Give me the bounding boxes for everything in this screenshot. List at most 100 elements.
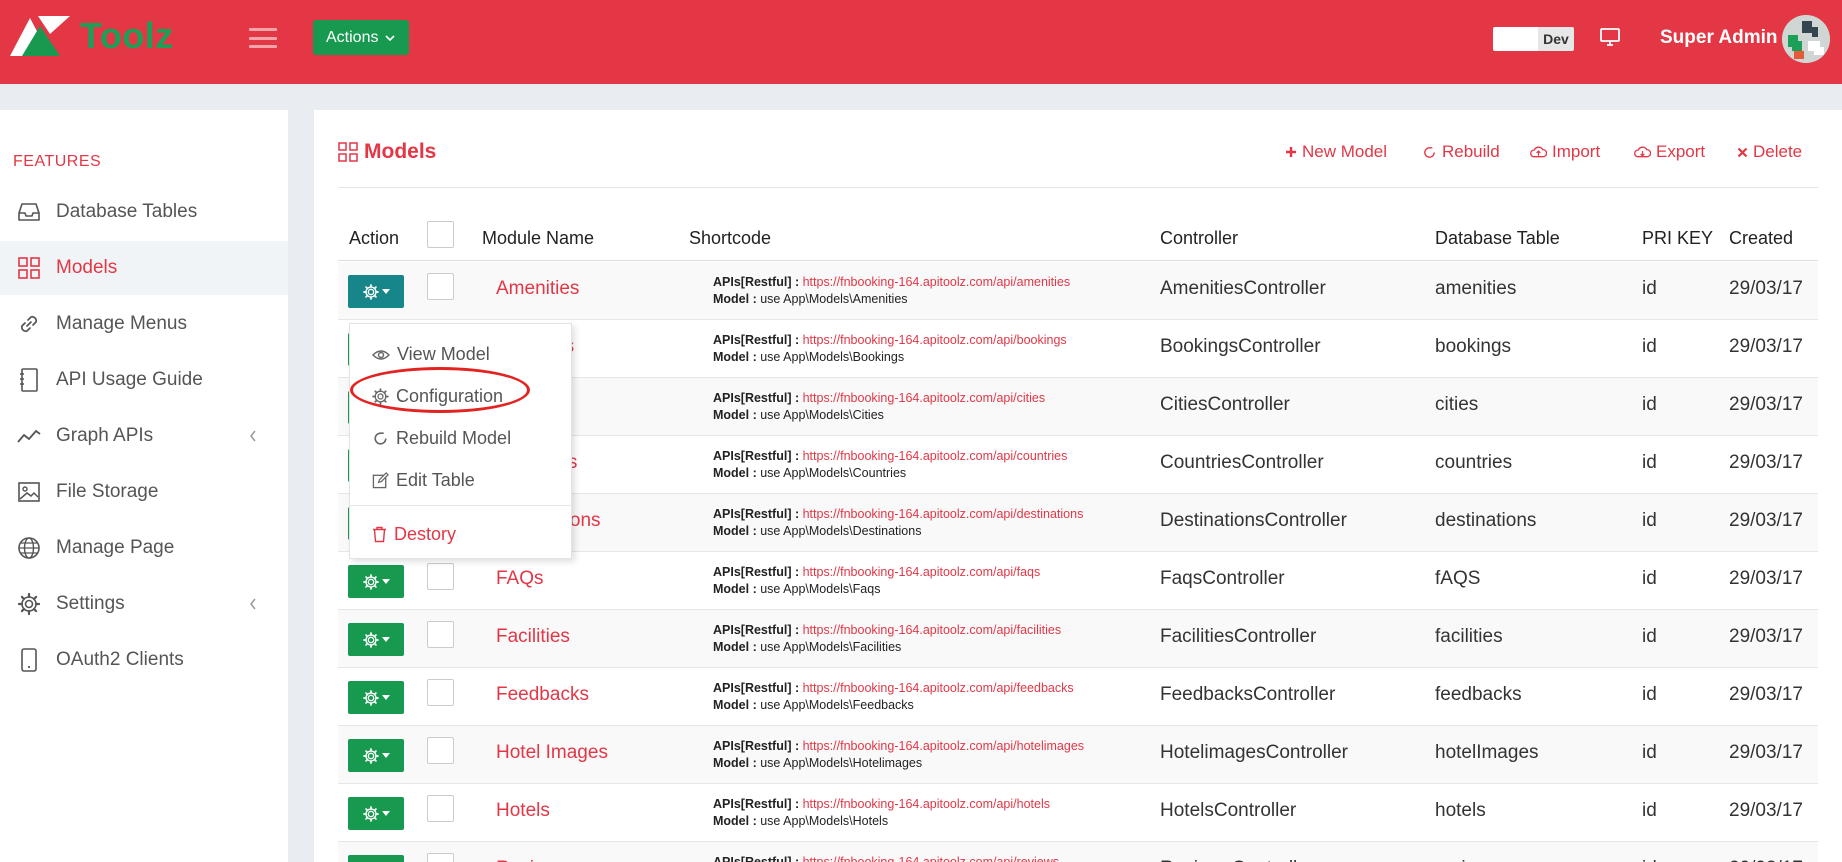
row-action-button[interactable]	[348, 623, 404, 656]
sidebar-section-label: FEATURES	[13, 153, 102, 170]
column-header-controller[interactable]: Controller	[1160, 228, 1238, 249]
row-action-button[interactable]	[348, 275, 404, 308]
sidebar-item-oauth2-clients[interactable]: OAuth2 Clients	[0, 633, 288, 687]
module-name-link[interactable]: Reviews	[496, 858, 568, 862]
column-header-module-name[interactable]: Module Name	[482, 228, 594, 249]
sidebar-item-database-tables[interactable]: Database Tables	[0, 185, 288, 239]
user-name[interactable]: Super Admin	[1660, 27, 1778, 49]
close-icon	[1737, 147, 1748, 157]
column-header-shortcode[interactable]: Shortcode	[689, 228, 771, 249]
model-label: Model :	[713, 756, 757, 770]
api-url-link[interactable]: https://fnbooking-164.apitoolz.com/api/c…	[803, 391, 1046, 405]
api-url-link[interactable]: https://fnbooking-164.apitoolz.com/api/f…	[803, 623, 1061, 637]
caret-down-icon	[381, 810, 390, 816]
rebuild-model-menu-item[interactable]: Rebuild Model	[372, 428, 511, 449]
sidebar-item-label: Graph APIs	[56, 425, 154, 446]
row-checkbox[interactable]	[427, 679, 454, 706]
edit-table-menu-item[interactable]: Edit Table	[372, 470, 475, 491]
api-label: APIs[Restful] :	[713, 855, 800, 862]
api-url-link[interactable]: https://fnbooking-164.apitoolz.com/api/f…	[803, 565, 1041, 579]
actions-dropdown-button[interactable]: Actions	[313, 20, 410, 55]
row-action-button[interactable]	[348, 739, 404, 772]
api-url-link[interactable]: https://fnbooking-164.apitoolz.com/api/r…	[803, 855, 1059, 862]
rebuild-button[interactable]: Rebuild	[1422, 142, 1500, 162]
row-checkbox[interactable]	[427, 563, 454, 590]
row-action-button[interactable]	[348, 797, 404, 830]
monitor-icon[interactable]	[1599, 27, 1621, 52]
api-url-link[interactable]: https://fnbooking-164.apitoolz.com/api/h…	[803, 739, 1084, 753]
table-row: Reviews APIs[Restful] : https://fnbooking…	[338, 842, 1818, 862]
model-label: Model :	[713, 466, 757, 480]
api-label: APIs[Restful] :	[713, 449, 800, 463]
sidebar-item-api-usage-guide[interactable]: API Usage Guide	[0, 353, 288, 407]
row-action-button[interactable]	[348, 565, 404, 598]
column-header-pri-key[interactable]: PRI KEY	[1642, 228, 1713, 249]
gear-icon	[372, 388, 389, 405]
api-url-link[interactable]: https://fnbooking-164.apitoolz.com/api/h…	[803, 797, 1050, 811]
api-url-link[interactable]: https://fnbooking-164.apitoolz.com/api/c…	[803, 449, 1068, 463]
pri-key-cell: id	[1642, 626, 1657, 647]
shortcode-cell: APIs[Restful] : https://fnbooking-164.ap…	[713, 680, 1074, 714]
sidebar-item-graph-apis[interactable]: Graph APIs	[0, 409, 288, 463]
new-model-button[interactable]: New Model	[1285, 142, 1387, 162]
model-label: Model :	[713, 292, 757, 306]
sidebar-item-settings[interactable]: Settings	[0, 577, 288, 631]
destroy-menu-item[interactable]: Destory	[372, 524, 456, 545]
shortcode-cell: APIs[Restful] : https://fnbooking-164.ap…	[713, 738, 1084, 772]
controller-cell: FacilitiesController	[1160, 626, 1317, 647]
sidebar-item-manage-page[interactable]: Manage Page	[0, 521, 288, 575]
module-name-link[interactable]: Amenities	[496, 278, 579, 300]
configuration-menu-item[interactable]: Configuration	[372, 386, 503, 407]
created-cell: 29/03/17	[1729, 452, 1803, 473]
module-name-link[interactable]: FAQs	[496, 568, 544, 590]
api-url-link[interactable]: https://fnbooking-164.apitoolz.com/api/a…	[803, 275, 1071, 289]
row-checkbox[interactable]	[427, 853, 454, 862]
environment-toggle[interactable]: Dev	[1493, 27, 1574, 51]
controller-cell: FeedbacksController	[1160, 684, 1336, 705]
api-label: APIs[Restful] :	[713, 565, 800, 579]
api-label: APIs[Restful] :	[713, 507, 800, 521]
select-all-checkbox[interactable]	[427, 221, 454, 248]
module-name-link[interactable]: Hotel Images	[496, 742, 608, 764]
row-checkbox[interactable]	[427, 737, 454, 764]
sidebar-item-manage-menus[interactable]: Manage Menus	[0, 297, 288, 351]
model-label: Model :	[713, 524, 757, 538]
module-name-link[interactable]: Hotels	[496, 800, 550, 822]
database-table-cell: fAQS	[1435, 568, 1481, 589]
shortcode-cell: APIs[Restful] : https://fnbooking-164.ap…	[713, 448, 1067, 482]
model-namespace: use App\Models\Countries	[760, 466, 907, 480]
import-button[interactable]: Import	[1530, 142, 1600, 162]
api-url-link[interactable]: https://fnbooking-164.apitoolz.com/api/b…	[803, 333, 1067, 347]
row-checkbox[interactable]	[427, 795, 454, 822]
database-table-cell: amenities	[1435, 278, 1517, 299]
pri-key-cell: id	[1642, 394, 1657, 415]
database-table-cell: cities	[1435, 394, 1479, 415]
view-model-menu-item[interactable]: View Model	[372, 344, 490, 365]
database-table-cell: hotelImages	[1435, 742, 1539, 763]
sidebar-item-file-storage[interactable]: File Storage	[0, 465, 288, 519]
export-button[interactable]: Export	[1634, 142, 1705, 162]
row-action-button[interactable]	[348, 855, 404, 862]
model-namespace: use App\Models\Feedbacks	[760, 698, 914, 712]
sidebar-item-models[interactable]: Models	[0, 241, 288, 295]
model-label: Model :	[713, 350, 757, 364]
menu-toggle-icon[interactable]	[249, 28, 277, 48]
export-label: Export	[1656, 142, 1706, 161]
api-label: APIs[Restful] :	[713, 797, 800, 811]
row-checkbox[interactable]	[427, 621, 454, 648]
avatar[interactable]	[1782, 15, 1830, 63]
created-cell: 29/03/17	[1729, 394, 1803, 415]
module-name-link[interactable]: Feedbacks	[496, 684, 589, 706]
row-action-button[interactable]	[348, 681, 404, 714]
app-logo[interactable]: Toolz	[8, 14, 174, 58]
column-header-created[interactable]: Created	[1729, 228, 1793, 249]
module-name-link[interactable]: Facilities	[496, 626, 570, 648]
column-header-database-table[interactable]: Database Table	[1435, 228, 1560, 249]
row-checkbox[interactable]	[427, 273, 454, 300]
delete-button[interactable]: Delete	[1737, 142, 1802, 162]
model-namespace: use App\Models\Amenities	[760, 292, 908, 306]
api-url-link[interactable]: https://fnbooking-164.apitoolz.com/api/f…	[803, 681, 1074, 695]
controller-cell: CitiesController	[1160, 394, 1290, 415]
api-url-link[interactable]: https://fnbooking-164.apitoolz.com/api/d…	[803, 507, 1084, 521]
table-row: Amenities APIs[Restful] : https://fnbooki…	[338, 262, 1818, 320]
